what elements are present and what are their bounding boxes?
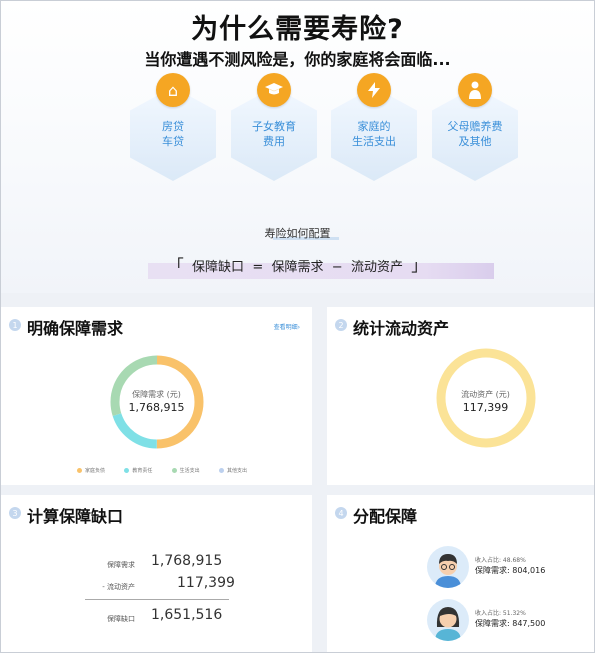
coverage-need: 保障需求: 847,500: [475, 619, 546, 628]
formula: 「 保障缺口 = 保障需求 − 流动资产 」: [167, 256, 428, 275]
chart-legend: 家庭负债 教育责任 生活支出 其他支出: [77, 467, 247, 474]
step-number-badge: 4: [335, 507, 347, 519]
female-avatar: [427, 599, 469, 641]
risk-label: 子女教育 费用: [252, 120, 296, 148]
card-assets: 2 统计流动资产 流动资产 (元) 117,399: [327, 307, 594, 485]
income-ratio: 收入占比: 51.32%: [475, 610, 526, 617]
config-title: 寿险如何配置: [264, 227, 331, 240]
card-gap: 3 计算保障缺口 保障需求 1,768,915 - 流动资产 117,399 保…: [1, 495, 312, 652]
step-number-badge: 2: [335, 319, 347, 331]
page-title: 为什么需要寿险?: [191, 14, 404, 45]
legend-item: 生活支出: [171, 467, 200, 474]
income-ratio: 收入占比: 48.68%: [475, 557, 526, 564]
elder-person-icon: [458, 73, 492, 107]
ring-value: 1,768,915: [128, 401, 185, 414]
intro-section: 为什么需要寿险? 当你遭遇不测风险是，你的家庭将会面临... ⌂ 房贷 车贷 子女…: [1, 1, 594, 293]
card-title: 统计流动资产: [353, 319, 450, 338]
house-icon: ⌂: [156, 73, 190, 107]
card-allocate: 4 分配保障 收入占比: 48.68% 保障需求: 804,016 收入占比: …: [327, 495, 594, 652]
lightning-icon: [357, 73, 391, 107]
graduation-cap-icon: [257, 73, 291, 107]
coverage-need: 保障需求: 804,016: [475, 566, 546, 575]
risk-item-mortgage: ⌂ 房贷 车贷: [130, 73, 230, 183]
card-title: 分配保障: [353, 507, 418, 526]
ring-label: 流动资产 (元): [461, 390, 510, 399]
card-demand: 1 明确保障需求 查看明细› 保障需求 (元) 1,768,915 家庭负债 教…: [1, 307, 312, 485]
legend-item: 其他支出: [218, 467, 247, 474]
ring-label: 保障需求 (元): [132, 390, 181, 399]
card-title: 明确保障需求: [27, 319, 124, 338]
calc-divider: [85, 599, 229, 600]
male-avatar: [427, 546, 469, 588]
step-number-badge: 1: [9, 319, 21, 331]
legend-item: 家庭负债: [77, 467, 105, 474]
risk-item-parents: 父母赡养费 及其他: [432, 73, 532, 183]
view-details-link[interactable]: 查看明细›: [274, 322, 300, 331]
page-subtitle: 当你遭遇不测风险是，你的家庭将会面临...: [144, 50, 451, 69]
step-number-badge: 3: [9, 507, 21, 519]
ring-value: 117,399: [462, 401, 509, 414]
risk-label: 家庭的 生活支出: [352, 120, 396, 148]
legend-item: 教育责任: [124, 467, 152, 474]
risk-label: 房贷 车贷: [162, 120, 184, 148]
card-title: 计算保障缺口: [27, 507, 124, 526]
risk-item-living: 家庭的 生活支出: [331, 73, 431, 183]
risk-label: 父母赡养费 及其他: [447, 120, 503, 148]
risk-item-education: 子女教育 费用: [231, 73, 331, 183]
